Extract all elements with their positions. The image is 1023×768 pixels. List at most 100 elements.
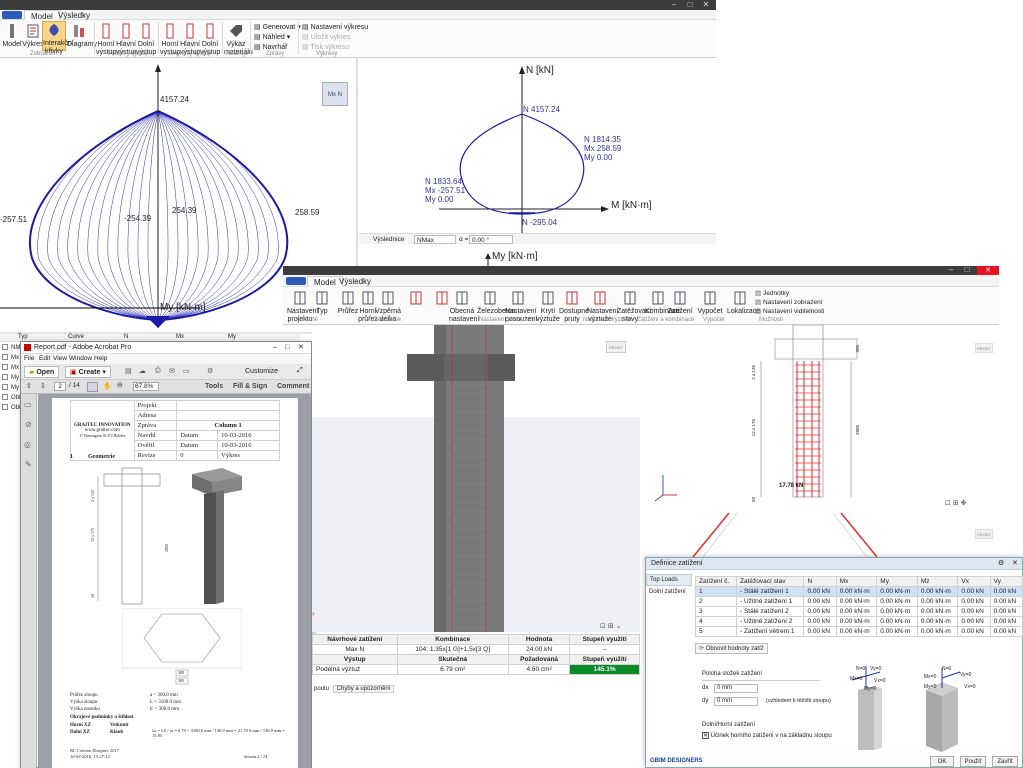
side-option-2[interactable]: ▤ Nastavení viditelnosti [755, 307, 824, 315]
settings-icon[interactable]: ⚙ [207, 367, 213, 375]
fit-icon[interactable]: ⊞ [608, 623, 614, 630]
email-icon[interactable]: ✉ [169, 367, 175, 375]
checkbox-icon[interactable] [2, 374, 8, 381]
zoom-icon[interactable]: ⊡ [945, 500, 951, 507]
combination-select[interactable]: NMax [414, 235, 456, 244]
close-icon[interactable]: ✕ [977, 266, 999, 275]
table-row[interactable]: 4- Užitné zatížení 2 0.00 kN 0.00 kN·m 0.00… [695, 616, 1023, 627]
table-row[interactable]: 5- Zatížení větrem 1 0.00 kN 0.00 kN·m 0.00… [695, 626, 1023, 637]
table-row[interactable]: 3- Stálé zatížení 2 0.00 kN 0.00 kN·m 0.00 … [695, 606, 1023, 617]
zoom-out-icon[interactable]: ⊖ [117, 381, 123, 389]
interaction-curve-2d[interactable] [359, 58, 716, 258]
pen-icon[interactable]: ✎ [25, 460, 32, 469]
side-option-1[interactable]: ▤ Nastavení zobrazení [755, 298, 823, 306]
apply-button[interactable]: Použít [960, 756, 986, 767]
drawing-settings-button[interactable]: ▤ Nastavení výkresu [302, 23, 368, 31]
settings-icon[interactable]: ⚙ [998, 558, 1004, 570]
menu-edit[interactable]: Edit [39, 354, 50, 364]
vykres-button[interactable]: Výkres [22, 23, 44, 49]
checkbox-icon[interactable] [2, 364, 8, 371]
upload-icon[interactable]: ☁ [139, 367, 146, 375]
minimize-icon[interactable]: – [273, 342, 277, 354]
close-icon[interactable]: ✕ [298, 342, 304, 354]
list-item[interactable]: My [0, 383, 20, 393]
open-button[interactable]: ▰ Open [24, 366, 60, 378]
table-row[interactable]: Max N 104: 1.35x[1 G]+1.5x[3 Q] 24.00 kN -- [312, 644, 640, 655]
zoom-icon[interactable]: ⊡ [600, 623, 606, 630]
pan-icon[interactable]: ✥ [961, 500, 967, 507]
column-3d-view[interactable]: FRONT › [312, 325, 640, 632]
minimize-icon[interactable]: – [945, 266, 957, 274]
next-page-icon[interactable]: ⇩ [40, 382, 46, 390]
view-cube-button[interactable]: FRONT [606, 341, 626, 353]
interaction-curves-button[interactable]: Interakční křivky [42, 21, 74, 55]
model-button[interactable]: Model [2, 23, 22, 49]
general-settings-button[interactable]: Obecná nastavení [449, 290, 479, 324]
view-cube-button[interactable]: FRONT [975, 343, 993, 353]
select-tool-icon[interactable] [87, 382, 98, 392]
fit-icon[interactable]: ⊞ [953, 500, 959, 507]
list-item[interactable]: Mx [0, 363, 20, 373]
rebar-cover-button[interactable]: Krytí výztuže [535, 290, 561, 324]
calculate-button[interactable]: Vypočet [697, 290, 723, 316]
table-row[interactable]: 1- Stálé zatížení 1 0.00 kN 0.00 kN·m 0.00 … [695, 586, 1023, 597]
preview-button[interactable]: ▤ Náhled ▾ [254, 33, 290, 41]
minimize-icon[interactable]: – [668, 1, 680, 9]
close-button[interactable]: Zavřít [992, 756, 1018, 767]
page-input[interactable]: 2 [54, 382, 66, 391]
localization-button[interactable]: Lokalizace [727, 290, 760, 316]
menu-view[interactable]: View [53, 354, 67, 364]
save-drawing-button[interactable]: ▤ Uložit výkres [302, 33, 350, 41]
designer-button[interactable]: ▤ Navrhář [254, 43, 287, 51]
thumbnails-icon[interactable]: ▭ [24, 400, 32, 409]
signature-icon[interactable]: ◎ [24, 440, 31, 449]
maximize-icon[interactable]: □ [961, 266, 973, 274]
checkbox-icon[interactable] [2, 384, 8, 391]
checkbox-icon[interactable] [2, 404, 8, 411]
column-drawing-view[interactable]: 17.78 kN 2 x 135 12 x 175 50 2800 300 FR… [641, 325, 1023, 557]
rebar-a-button[interactable] [403, 290, 429, 308]
tab-output[interactable]: poutu [312, 686, 331, 692]
tools-tab[interactable]: Tools [205, 383, 223, 390]
print-icon[interactable]: ⎙ [155, 367, 161, 375]
checkbox-icon[interactable] [2, 354, 8, 361]
tab-errors[interactable]: Chyby a upozornění [332, 685, 395, 693]
alpha-input[interactable]: 0.00 ° [469, 235, 513, 244]
diagrams-button[interactable]: Diagramy [67, 23, 97, 49]
app-menu-button[interactable] [286, 277, 306, 285]
side-option-0[interactable]: ▤ Jednotky [755, 289, 789, 297]
menu-file[interactable]: File [24, 354, 34, 364]
collapse-icon[interactable]: ⌄ [616, 623, 622, 630]
maximize-icon[interactable]: □ [285, 342, 289, 354]
checkbox-icon[interactable] [2, 394, 8, 401]
expand-icon[interactable]: ⤢ [297, 367, 303, 375]
list-item-top-loads[interactable]: Top Loads [646, 574, 692, 586]
generate-button[interactable]: ▤ Generovat ▾ [254, 23, 301, 31]
list-item[interactable]: My [0, 373, 20, 383]
view-cube-button[interactable]: FRONT [975, 529, 993, 539]
create-button[interactable]: ▣ Create ▾ [65, 366, 111, 378]
checkbox-icon[interactable] [2, 344, 8, 351]
zoom-input[interactable]: 67.8% [133, 382, 159, 391]
menu-window[interactable]: Window [69, 354, 92, 364]
comment-icon[interactable]: ▭ [183, 367, 190, 375]
reinforced-concrete-button[interactable]: Železobeton [477, 290, 516, 316]
list-item[interactable]: NM [0, 343, 20, 353]
customize-dropdown[interactable]: Customize [245, 368, 278, 375]
fill-sign-tab[interactable]: Fill & Sign [233, 383, 267, 390]
dx-input[interactable]: 0 mm [714, 684, 758, 693]
comment-tab[interactable]: Comment [277, 383, 309, 390]
dy-input[interactable]: 0 mm [714, 697, 758, 706]
top-load-checkbox[interactable]: ✕ Účinek horního zatížení v na základnu … [702, 732, 832, 739]
table-row[interactable]: 2- Užitné zatížení 1 0.00 kN 0.00 kN·m 0.00… [695, 596, 1023, 607]
list-item[interactable]: Mx [0, 353, 20, 363]
prev-page-icon[interactable]: ⇧ [26, 382, 32, 390]
list-item[interactable]: Obl [0, 403, 20, 413]
app-menu-button[interactable] [2, 11, 22, 19]
attachments-icon[interactable]: ⊘ [25, 420, 32, 429]
available-bars-button[interactable]: Dostupné pruty [559, 290, 589, 324]
list-item[interactable]: Obl [0, 393, 20, 403]
menu-help[interactable]: Help [94, 354, 107, 364]
type-button[interactable]: Typ [309, 290, 335, 316]
hand-tool-icon[interactable]: ✋ [103, 382, 112, 390]
